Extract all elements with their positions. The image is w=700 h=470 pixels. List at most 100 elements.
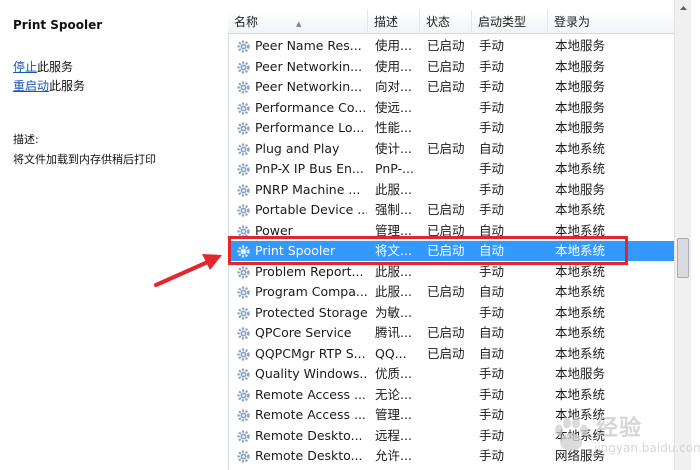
vertical-scrollbar[interactable] xyxy=(674,0,691,470)
service-startup-type: 手动 xyxy=(479,366,505,381)
service-status xyxy=(427,118,475,138)
service-startup-type: 自动 xyxy=(479,284,505,299)
service-description: 强制... xyxy=(375,202,412,217)
service-row[interactable]: Protected Storage 为敏... 手动 本地系统 xyxy=(228,303,674,323)
service-status xyxy=(427,405,475,425)
service-startup-type: 手动 xyxy=(479,202,505,217)
service-gear-icon xyxy=(237,142,250,156)
service-name: Remote Deskto... xyxy=(255,448,363,463)
service-logon-as: 本地系统 xyxy=(555,345,606,361)
services-window: Print Spooler 停止此服务 重启动此服务 描述: 将文件加载到内存供… xyxy=(0,0,700,470)
service-startup-type: 手动 xyxy=(479,407,505,422)
service-status xyxy=(427,426,475,446)
service-gear-icon xyxy=(237,327,250,340)
service-startup-type: 手动 xyxy=(479,427,505,443)
service-gear-icon xyxy=(237,368,250,381)
service-row[interactable]: Peer Networkin... 使用... 已启动 手动 本地服务 xyxy=(228,57,674,77)
service-row[interactable]: Program Compa... 此服... 已启动 自动 本地系统 xyxy=(228,282,674,302)
service-gear-icon xyxy=(237,183,250,197)
service-gear-icon xyxy=(237,347,250,361)
service-gear-icon xyxy=(237,101,250,115)
service-status xyxy=(427,303,475,323)
service-row[interactable]: Peer Name Res... 使用... 已启动 手动 本地服务 xyxy=(228,36,674,56)
service-description: PnP-... xyxy=(375,161,414,176)
service-gear-icon xyxy=(237,388,250,402)
service-row[interactable]: Quality Windows... 优质... 手动 本地服务 xyxy=(228,364,674,384)
service-logon-as: 本地服务 xyxy=(555,58,606,74)
service-row[interactable]: PNRP Machine ... 此服... 手动 本地服务 xyxy=(228,180,674,200)
service-gear-icon xyxy=(237,306,250,320)
service-status xyxy=(427,385,475,405)
service-logon-as: 本地系统 xyxy=(555,140,606,156)
service-startup-type: 自动 xyxy=(479,345,505,361)
service-name: Performance Lo... xyxy=(255,120,365,135)
service-logon-as: 本地系统 xyxy=(555,304,606,320)
service-description: 远程... xyxy=(375,427,412,443)
service-status: 已启动 xyxy=(427,140,465,156)
service-logon-as: 本地系统 xyxy=(555,161,606,176)
service-status: 已启动 xyxy=(427,58,465,74)
service-description: 使用... xyxy=(375,38,412,53)
restart-service-link[interactable]: 重启动 xyxy=(13,79,49,93)
stop-service-link[interactable]: 停止 xyxy=(13,60,37,74)
service-status xyxy=(427,364,475,384)
service-name: Protected Storage xyxy=(255,304,367,320)
column-header-description[interactable]: 描述 xyxy=(368,10,420,34)
service-row[interactable]: Performance Lo... 性能... 手动 本地服务 xyxy=(228,118,674,138)
annotation-arrow-icon xyxy=(154,254,222,287)
service-status xyxy=(427,98,475,118)
restart-service-suffix: 此服务 xyxy=(49,79,86,93)
column-name-label: 名称 xyxy=(234,15,259,29)
service-gear-icon xyxy=(237,40,250,53)
service-gear-icon xyxy=(237,204,250,217)
service-status: 已启动 xyxy=(427,79,465,94)
description-label: 描述: xyxy=(13,133,39,146)
service-description: 此服... xyxy=(375,284,412,299)
service-description: 优质... xyxy=(375,366,412,381)
service-name: QPCore Service xyxy=(255,325,352,340)
sort-ascending-icon: ▲ xyxy=(296,20,302,28)
service-row[interactable]: QPCore Service 腾讯... 已启动 自动 本地系统 xyxy=(228,323,674,343)
service-status xyxy=(427,446,475,466)
service-logon-as: 本地服务 xyxy=(555,38,606,53)
service-startup-type: 自动 xyxy=(479,325,505,340)
column-header-status[interactable]: 状态 xyxy=(420,10,472,34)
paw-logo-icon xyxy=(555,417,588,451)
service-row[interactable]: Peer Networkin... 向对... 已启动 手动 本地服务 xyxy=(228,77,674,97)
service-row[interactable]: QQPCMgr RTP S... QQ... 已启动 自动 本地系统 xyxy=(228,344,674,364)
scroll-up-icon[interactable] xyxy=(675,0,692,17)
column-header-name[interactable]: 名称 ▲ xyxy=(228,10,368,34)
service-logon-as: 本地系统 xyxy=(555,284,606,299)
service-description: 使远... xyxy=(375,99,412,115)
service-gear-icon xyxy=(237,409,250,422)
service-startup-type: 手动 xyxy=(479,161,505,176)
watermark-url: jingyan.baidu.com xyxy=(594,441,700,455)
service-title: Print Spooler xyxy=(13,18,103,32)
restart-service-line: 重启动此服务 xyxy=(13,77,85,94)
column-header-startup-type[interactable]: 启动类型 xyxy=(472,10,548,34)
service-name: Peer Networkin... xyxy=(255,58,363,74)
service-row[interactable]: Performance Co... 使远... 手动 本地服务 xyxy=(228,98,674,118)
service-row[interactable]: Portable Device ... 强制... 已启动 手动 本地系统 xyxy=(228,200,674,220)
service-startup-type: 手动 xyxy=(479,120,505,135)
service-status: 已启动 xyxy=(427,202,465,217)
service-startup-type: 手动 xyxy=(479,448,505,463)
service-description: 向对... xyxy=(375,79,412,94)
service-name: Peer Networkin... xyxy=(255,79,363,94)
service-description: 为敏... xyxy=(375,304,412,320)
service-status: 已启动 xyxy=(427,345,465,361)
service-row[interactable]: Remote Access ... 无论... 手动 本地系统 xyxy=(228,385,674,405)
service-startup-type: 手动 xyxy=(479,181,505,197)
service-name: Plug and Play xyxy=(255,140,340,156)
service-logon-as: 本地系统 xyxy=(555,325,606,340)
service-gear-icon xyxy=(237,122,250,135)
service-row[interactable]: PnP-X IP Bus En... PnP-... 手动 本地系统 xyxy=(228,159,674,179)
column-header-logon-as[interactable]: 登录为 xyxy=(548,10,674,34)
service-gear-icon xyxy=(237,265,250,279)
service-startup-type: 手动 xyxy=(479,58,505,74)
scroll-thumb[interactable] xyxy=(677,238,689,278)
service-description: 允许... xyxy=(375,448,412,463)
service-row[interactable]: Plug and Play 使计... 已启动 自动 本地系统 xyxy=(228,139,674,159)
service-gear-icon xyxy=(237,450,250,463)
stop-service-line: 停止此服务 xyxy=(13,58,73,75)
